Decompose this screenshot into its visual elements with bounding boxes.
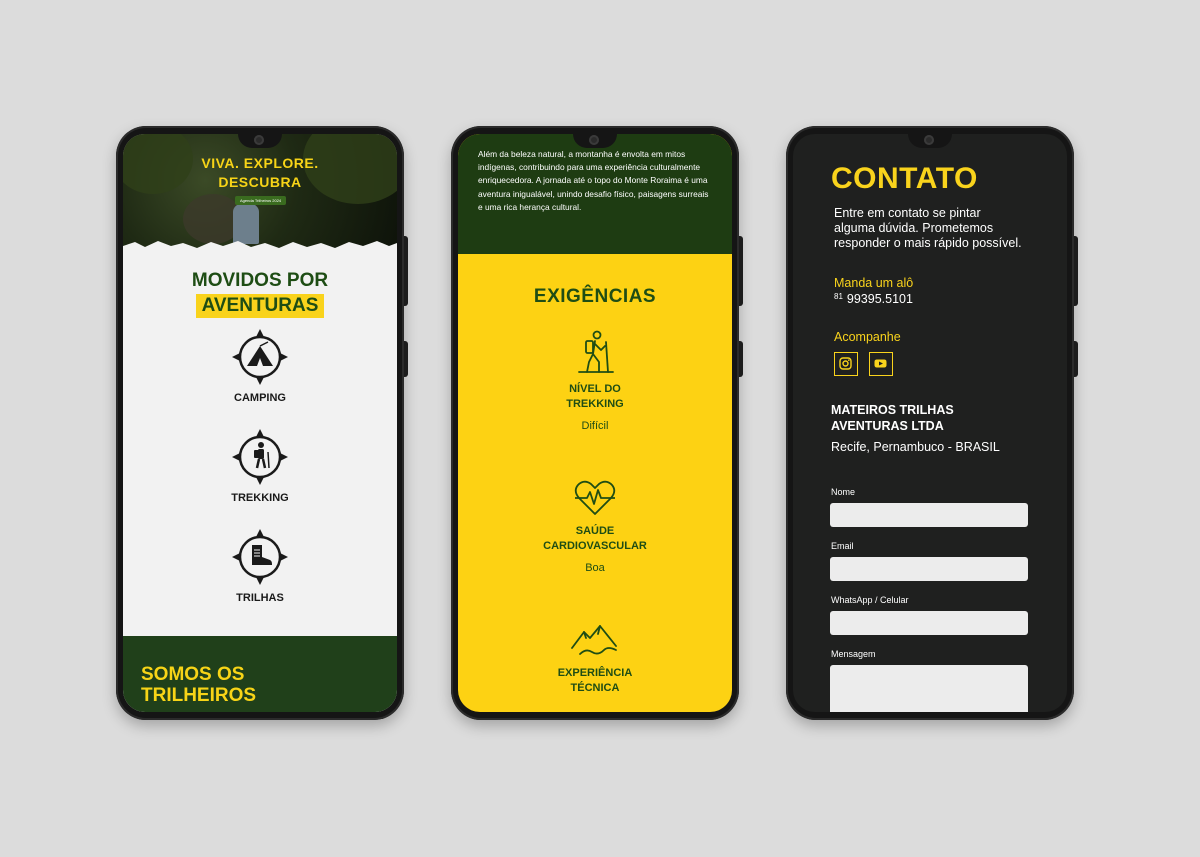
requirement-value: Difícil <box>581 420 609 432</box>
requirements-heading: EXIGÊNCIAS <box>533 286 657 307</box>
phone-side-button <box>739 236 743 306</box>
whatsapp-field[interactable] <box>830 611 1028 635</box>
requirement-value: Boa <box>585 562 605 574</box>
phone-side-button <box>1074 236 1078 306</box>
heading-highlight-wrap: AVENTURAS <box>123 294 397 318</box>
screen-requirements[interactable]: Além da beleza natural, a montanha é env… <box>458 134 732 712</box>
phone-side-button <box>404 341 408 377</box>
mountain-icon <box>571 625 617 655</box>
name-label: Nome <box>831 487 856 497</box>
message-field[interactable] <box>830 665 1028 712</box>
requirement-title-line1: EXPERIÊNCIA <box>557 667 633 679</box>
email-field[interactable] <box>830 557 1028 581</box>
camera-icon <box>254 135 264 145</box>
tent-icon <box>247 341 273 366</box>
intro-text: Além da beleza natural, a montanha é env… <box>478 149 709 212</box>
heartbeat-icon <box>574 480 616 515</box>
activity-trilhas[interactable]: TRILHAS <box>123 528 397 604</box>
requirement-title-line2: TÉCNICA <box>570 682 620 694</box>
somos-heading: SOMOS OS TRILHEIROS <box>141 664 256 706</box>
company-location: Recife, Pernambuco - BRASIL <box>831 440 1000 454</box>
phone-side-button <box>739 341 743 377</box>
compass-frame-icon <box>232 329 288 385</box>
activity-camping[interactable]: CAMPING <box>123 328 397 404</box>
hiker-icon <box>254 442 270 469</box>
boot-icon <box>252 545 272 567</box>
section-heading: MOVIDOS POR <box>191 270 329 291</box>
requirement-technical: EXPERIÊNCIA TÉCNICA <box>458 624 732 696</box>
follow-label: Acompanhe <box>834 330 901 344</box>
instagram-button[interactable] <box>834 352 858 376</box>
hiker-icon <box>578 330 614 373</box>
phone-mockup-contact: CONTATO Entre em contato se pintar algum… <box>786 126 1078 720</box>
requirement-title: SAÚDE CARDIOVASCULAR <box>458 524 732 554</box>
hero-title: VIVA. EXPLORE. DESCUBRA <box>123 154 397 192</box>
call-label: Manda um alô <box>834 276 914 290</box>
requirement-cardio: SAÚDE CARDIOVASCULAR Boa <box>458 480 732 574</box>
email-label: Email <box>831 541 854 551</box>
requirement-title-line1: NÍVEL DO <box>569 383 621 395</box>
whatsapp-label: WhatsApp / Celular <box>831 595 909 605</box>
requirement-trekking-level: NÍVEL DO TREKKING Difícil <box>458 330 732 432</box>
requirement-title: EXPERIÊNCIA TÉCNICA <box>458 666 732 696</box>
hero-title-line1: VIVA. EXPLORE. <box>201 155 319 171</box>
requirement-title-line2: TREKKING <box>566 398 624 410</box>
compass-frame-icon <box>232 429 288 485</box>
youtube-icon <box>874 359 887 368</box>
company-name: MATEIROS TRILHAS AVENTURAS LTDA <box>831 402 1031 434</box>
activity-label: TRILHAS <box>236 592 284 604</box>
hero-title-line2: DESCUBRA <box>218 174 302 190</box>
intro-section: Além da beleza natural, a montanha é env… <box>458 134 732 254</box>
hero-banner: VIVA. EXPLORE. DESCUBRA Agenda Trilheiro… <box>123 134 397 250</box>
phone-mockup-requirements: Além da beleza natural, a montanha é env… <box>451 126 743 720</box>
agenda-badge[interactable]: Agenda Trilheiros 2024 <box>235 196 287 205</box>
contact-title: CONTATO <box>831 162 978 195</box>
contact-description: Entre em contato se pintar alguma dúvida… <box>834 206 1022 250</box>
phone-digits: 99395.5101 <box>846 292 913 306</box>
requirement-title: NÍVEL DO TREKKING <box>458 382 732 412</box>
somos-line1: SOMOS OS <box>141 664 245 685</box>
phone-number[interactable]: 81 99395.5101 <box>834 292 913 306</box>
screen-contact[interactable]: CONTATO Entre em contato se pintar algum… <box>793 134 1067 712</box>
activity-label: CAMPING <box>234 392 286 404</box>
camera-icon <box>589 135 599 145</box>
activity-trekking[interactable]: TREKKING <box>123 428 397 504</box>
somos-line2: TRILHEIROS <box>141 685 257 706</box>
phone-side-button <box>1074 341 1078 377</box>
screen-adventures[interactable]: VIVA. EXPLORE. DESCUBRA Agenda Trilheiro… <box>123 134 397 712</box>
youtube-button[interactable] <box>869 352 893 376</box>
compass-frame-icon <box>232 529 288 585</box>
instagram-icon <box>839 357 852 370</box>
torn-paper-edge <box>123 241 397 252</box>
company-name-line2: AVENTURAS LTDA <box>831 419 944 433</box>
camera-icon <box>924 135 934 145</box>
company-name-line1: MATEIROS TRILHAS <box>831 403 954 417</box>
requirement-title-line1: SAÚDE <box>575 525 615 537</box>
message-label: Mensagem <box>831 649 876 659</box>
name-field[interactable] <box>830 503 1028 527</box>
phone-side-button <box>404 236 408 306</box>
activity-label: TREKKING <box>231 492 289 504</box>
heading-highlight: AVENTURAS <box>195 294 325 318</box>
requirement-title-line2: CARDIOVASCULAR <box>543 540 647 552</box>
phone-area-code: 81 <box>834 292 843 301</box>
phone-mockup-adventures: VIVA. EXPLORE. DESCUBRA Agenda Trilheiro… <box>116 126 408 720</box>
